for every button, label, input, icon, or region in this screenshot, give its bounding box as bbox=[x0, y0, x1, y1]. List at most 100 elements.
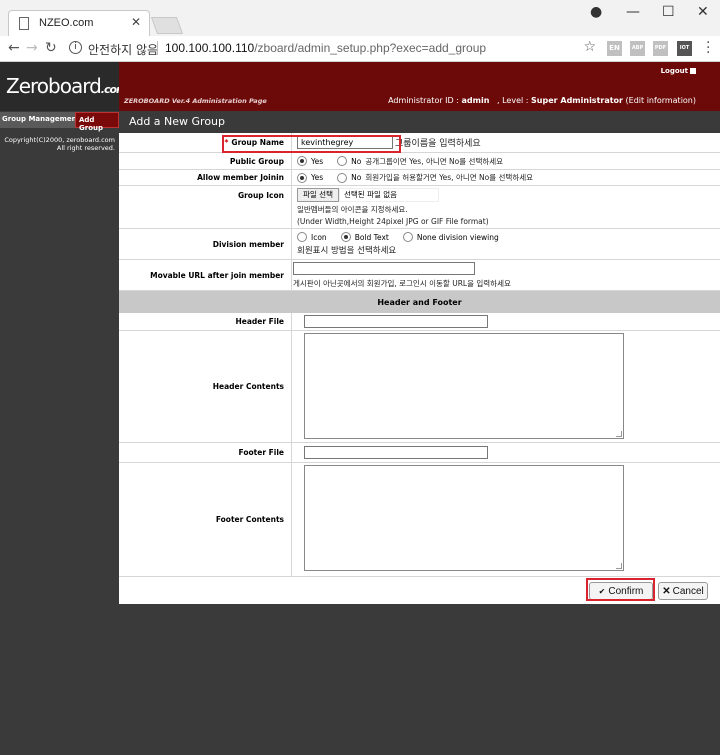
header-file-row: Header File bbox=[119, 313, 720, 331]
allow-join-no-radio[interactable] bbox=[337, 172, 348, 183]
footer-contents-row: Footer Contents bbox=[119, 463, 720, 576]
browser-tab[interactable]: NZEO.com ✕ bbox=[8, 10, 150, 36]
public-group-yes-label: Yes bbox=[311, 156, 324, 166]
column-divider bbox=[291, 463, 292, 576]
public-group-hint: 공개그룹이면 Yes, 아니면 No를 선택하세요 bbox=[365, 156, 504, 166]
division-bold-option[interactable]: Bold Text bbox=[340, 232, 389, 242]
allow-join-yes-option[interactable]: Yes bbox=[297, 172, 324, 183]
allow-join-hint: 회원가입을 허용할거면 Yes, 아니면 No를 선택하세요 bbox=[365, 173, 534, 182]
confirm-highlight bbox=[586, 578, 655, 601]
bookmark-star-icon[interactable]: ☆ bbox=[583, 39, 596, 55]
division-member-field: Icon Bold Text None division viewing 회원표… bbox=[297, 229, 513, 259]
choose-file-button[interactable]: 파일 선택 bbox=[297, 188, 339, 202]
extension-iot-icon[interactable]: IOT bbox=[677, 41, 692, 56]
division-none-radio[interactable] bbox=[402, 232, 413, 242]
resize-grip-icon[interactable] bbox=[616, 563, 622, 569]
user-profile-icon[interactable]: ● bbox=[590, 4, 602, 20]
division-bold-radio[interactable] bbox=[340, 232, 351, 242]
allow-join-yes-radio[interactable] bbox=[297, 172, 307, 183]
division-none-option[interactable]: None division viewing bbox=[402, 232, 499, 242]
column-divider bbox=[291, 443, 292, 462]
column-divider bbox=[291, 260, 292, 290]
browser-menu-icon[interactable]: · · · bbox=[706, 36, 710, 60]
zeroboard-logo[interactable]: Zeroboard.com bbox=[6, 74, 127, 98]
footer-file-input[interactable] bbox=[304, 446, 488, 459]
forward-arrow-icon[interactable]: → bbox=[26, 40, 38, 56]
admin-id: admin bbox=[461, 96, 490, 105]
public-group-yes-radio[interactable] bbox=[297, 156, 307, 166]
close-tab-icon[interactable]: ✕ bbox=[131, 15, 141, 29]
column-divider bbox=[291, 229, 292, 259]
page-bottom bbox=[119, 604, 720, 755]
header-contents-textarea[interactable] bbox=[304, 333, 624, 439]
public-group-field: Yes No 공개그룹이면 Yes, 아니면 No를 선택하세요 bbox=[297, 153, 503, 169]
browser-titlebar: NZEO.com ✕ ● — ☐ ✕ bbox=[0, 0, 720, 36]
url-text[interactable]: 100.100.100.110/zboard/admin_setup.php?e… bbox=[165, 41, 486, 55]
footer-contents-textarea[interactable] bbox=[304, 465, 624, 571]
maximize-icon[interactable]: ☐ bbox=[662, 4, 675, 20]
new-tab-button[interactable] bbox=[150, 17, 184, 34]
division-member-row: Division member Icon Bold Text None divi… bbox=[119, 229, 720, 260]
url-host: 100.100.100.110 bbox=[165, 41, 255, 55]
public-group-label: Public Group bbox=[229, 156, 284, 166]
division-member-hint: 회원표시 방법을 선택하세요 bbox=[297, 246, 397, 256]
reload-icon[interactable]: ↻ bbox=[45, 40, 57, 56]
division-icon-radio[interactable] bbox=[297, 232, 307, 242]
group-name-row: * Group Name kevinthegrey 그룹이름을 입력하세요 bbox=[119, 133, 720, 153]
public-group-no-option[interactable]: No bbox=[337, 156, 361, 166]
copyright-line: All right reserved. bbox=[56, 144, 115, 152]
allow-join-field: Yes No 회원가입을 허용할거면 Yes, 아니면 No를 선택하세요 bbox=[297, 170, 533, 185]
content-title-bar: Add a New Group bbox=[119, 111, 720, 131]
division-none-label: None division viewing bbox=[416, 232, 499, 242]
allow-join-no-option[interactable]: No bbox=[337, 172, 361, 183]
back-arrow-icon[interactable]: ← bbox=[8, 40, 20, 56]
public-group-no-radio[interactable] bbox=[337, 156, 348, 166]
extension-pdf-icon[interactable]: PDF bbox=[653, 41, 668, 56]
admin-info: Administrator ID : admin , Level : Super… bbox=[388, 96, 696, 105]
footer-file-field bbox=[304, 443, 488, 462]
movable-url-field: 게시판이 아닌곳에서의 회원가입, 로그인시 이동할 URL을 입력하세요 bbox=[293, 260, 511, 290]
footer-contents-label: Footer Contents bbox=[215, 515, 284, 524]
sidebar-item-group-management[interactable]: Group Management bbox=[2, 115, 80, 123]
admin-header: Logout ZEROBOARD Ver.4 Administration Pa… bbox=[119, 62, 720, 111]
minimize-icon[interactable]: — bbox=[626, 4, 640, 20]
page-icon bbox=[19, 17, 29, 30]
file-status: 선택된 파일 없음 bbox=[338, 188, 439, 202]
division-bold-label: Bold Text bbox=[354, 232, 389, 242]
sidebar-item-add-group[interactable]: Add Group bbox=[75, 112, 119, 132]
add-group-form: * Group Name kevinthegrey 그룹이름을 입력하세요 Pub… bbox=[119, 133, 720, 604]
column-divider bbox=[291, 153, 292, 169]
info-icon[interactable]: i bbox=[69, 41, 82, 54]
address-bar[interactable]: i 안전하지 않음 100.100.100.110/zboard/admin_s… bbox=[64, 38, 598, 59]
footer-file-row: Footer File bbox=[119, 443, 720, 463]
movable-url-hint: 게시판이 아닌곳에서의 회원가입, 로그인시 이동할 URL을 입력하세요 bbox=[293, 278, 511, 288]
division-icon-label: Icon bbox=[311, 232, 327, 242]
column-divider bbox=[291, 170, 292, 185]
header-contents-label: Header Contents bbox=[212, 382, 284, 391]
security-status: 안전하지 않음 bbox=[88, 43, 159, 57]
cancel-button[interactable]: ✕ Cancel bbox=[658, 582, 708, 600]
column-divider bbox=[291, 186, 292, 228]
header-file-label: Header File bbox=[235, 317, 284, 326]
header-file-input[interactable] bbox=[304, 315, 488, 328]
resize-grip-icon[interactable] bbox=[616, 431, 622, 437]
group-icon-label: Group Icon bbox=[237, 191, 284, 200]
admin-level: Super Administrator bbox=[531, 96, 623, 105]
file-chooser: 파일 선택 선택된 파일 없음 bbox=[297, 188, 439, 202]
logo-area: Zeroboard.com bbox=[0, 62, 127, 111]
public-group-yes-option[interactable]: Yes bbox=[297, 156, 323, 166]
movable-url-row: Movable URL after join member 게시판이 아닌곳에서… bbox=[119, 260, 720, 291]
allow-join-yes-label: Yes bbox=[311, 173, 324, 182]
window-close-icon[interactable]: ✕ bbox=[697, 4, 709, 20]
public-group-row: Public Group Yes No 공개그룹이면 Yes, 아니면 No를 … bbox=[119, 153, 720, 170]
extension-adblock-icon[interactable]: ABP bbox=[630, 41, 645, 56]
edit-information-link[interactable]: (Edit information) bbox=[626, 96, 696, 105]
extension-en-icon[interactable]: EN bbox=[607, 41, 622, 56]
level-label: , Level : bbox=[497, 96, 529, 105]
division-options: Icon Bold Text None division viewing bbox=[297, 232, 513, 242]
group-icon-field: 파일 선택 선택된 파일 없음 일반멤버들의 아이콘을 지정하세요. (Unde… bbox=[297, 186, 489, 228]
movable-url-input[interactable] bbox=[293, 261, 475, 275]
division-icon-option[interactable]: Icon bbox=[297, 232, 327, 242]
logout-link[interactable]: Logout bbox=[661, 67, 696, 75]
section-header-footer: Header and Footer bbox=[119, 291, 720, 313]
